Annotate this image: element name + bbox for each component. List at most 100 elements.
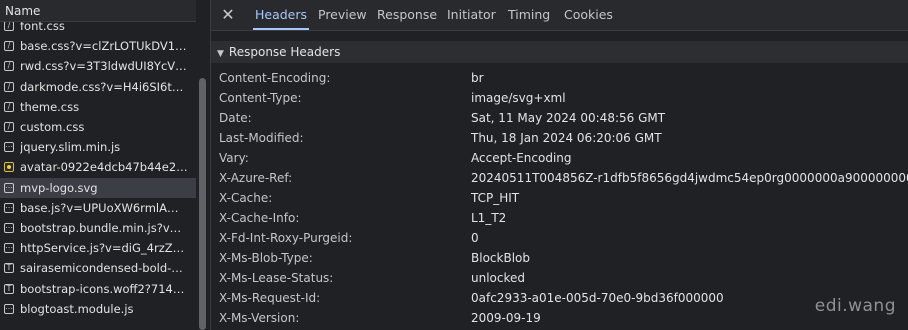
header-row: X-Ms-Version: 2009-09-19 [211,308,908,328]
header-value: 20240511T004856Z-r1dfb5f8656gd4jwdmc54ep… [471,171,908,185]
header-row: Date: Sat, 11 May 2024 00:48:56 GMT [211,108,908,128]
header-row: Content-Type: image/svg+xml [211,88,908,108]
header-value: TCP_HIT [471,191,520,205]
font-file-icon: T [4,283,14,294]
header-name: Date: [219,111,252,125]
header-value: Sat, 11 May 2024 00:48:56 GMT [471,111,666,125]
request-name: base.css?v=clZrLOTUkDV1ocA... [20,39,188,54]
request-name: theme.css [20,99,80,114]
header-value: unlocked [471,271,526,285]
request-name: mvp-logo.svg [20,180,98,195]
header-row: X-Fd-Int-Roxy-Purgeid: 0 [211,228,908,248]
header-name: Last-Modified: [219,131,304,145]
response-headers-list: Content-Encoding: br Content-Type: image/sv… [211,68,908,328]
scrollbar-thumb[interactable] [199,78,206,330]
request-name: bootstrap.bundle.min.js?v=gv... [20,220,188,235]
request-name: bootstrap-icons.woff2?714151... [20,281,188,296]
js-file-icon: ⋯ [4,243,14,254]
header-name: X-Cache-Info: [219,211,300,225]
request-row[interactable]: / darkmode.css?v=H4i6SI6to1RI... [0,77,196,97]
name-column-header[interactable]: Name [0,0,196,22]
request-row[interactable]: / custom.css [0,117,196,137]
header-row: X-Cache-Info: L1_T2 [211,208,908,228]
caret-down-icon: ▼ [217,49,224,59]
header-value: 0afc2933-a01e-005d-70e0-9bd36f000000 [471,291,724,305]
css-file-icon: / [4,41,14,52]
header-row: X-Ms-Blob-Type: BlockBlob [211,248,908,268]
header-value: BlockBlob [471,251,530,265]
close-icon[interactable]: ✕ [219,6,237,24]
header-row: Content-Encoding: br [211,68,908,88]
header-name: X-Ms-Version: [219,311,300,325]
header-name: X-Ms-Request-Id: [219,291,321,305]
header-value: br [471,71,484,85]
request-list-scrollbar[interactable] [196,0,211,330]
header-row: X-Ms-Request-Id: 0afc2933-a01e-005d-70e0-… [211,288,908,308]
header-value: Accept-Encoding [471,151,572,165]
header-value: 2009-09-19 [471,311,541,325]
tab-headers[interactable]: Headers [253,0,310,30]
header-row: Vary: Accept-Encoding [211,148,908,168]
header-name: X-Azure-Ref: [219,171,293,185]
response-headers-section-toggle[interactable]: ▼ Response Headers [211,41,908,63]
request-name: base.js?v=UPUoXW6rmlAm_1... [20,200,188,215]
request-name: jquery.slim.min.js [20,140,121,155]
header-value: image/svg+xml [471,91,566,105]
request-row[interactable]: ⋯ jquery.slim.min.js [0,137,196,157]
request-row[interactable]: / rwd.css?v=3T3ldwdUI8YcVS6I4... [0,56,196,76]
request-list-panel: /font.css/base.css?v=clZrLOTUkDV1ocA.../… [0,0,197,330]
request-name: avatar-0922e4dcb47b44e2a49... [20,160,188,175]
header-name: X-Cache: [219,191,273,205]
header-value: L1_T2 [471,211,507,225]
request-name: blogtoast.module.js [20,301,134,316]
header-row: X-Cache: TCP_HIT [211,188,908,208]
header-value: Thu, 18 Jan 2024 06:20:06 GMT [471,131,662,145]
font-file-icon: T [4,263,14,274]
request-row[interactable]: / theme.css [0,97,196,117]
js-file-icon: ⋯ [4,142,14,153]
request-row[interactable]: avatar-0922e4dcb47b44e2a49... [0,157,196,177]
request-name: custom.css [20,120,85,135]
request-row[interactable]: / base.css?v=clZrLOTUkDV1ocA... [0,36,196,56]
header-name: Content-Encoding: [219,71,331,85]
request-row[interactable]: ⋯ mvp-logo.svg [0,177,196,198]
request-name: sairasemicondensed-bold-we... [20,261,188,276]
js-file-icon: ⋯ [4,202,14,213]
request-name: darkmode.css?v=H4i6SI6to1RI... [20,79,188,94]
watermark: edi.wang [814,296,896,316]
tab-preview[interactable]: Preview [316,0,369,30]
tab-timing[interactable]: Timing [506,0,552,30]
js-file-icon: ⋯ [4,303,14,314]
js-file-icon: ⋯ [4,222,14,233]
css-file-icon: / [4,101,14,112]
request-row[interactable]: ⋯ blogtoast.module.js [0,299,196,319]
request-row[interactable]: ⋯ bootstrap.bundle.min.js?v=gv... [0,218,196,238]
image-file-icon [4,162,14,173]
header-row: X-Ms-Lease-Status: unlocked [211,268,908,288]
request-list: /font.css/base.css?v=clZrLOTUkDV1ocA.../… [0,16,196,319]
header-name: Content-Type: [219,91,302,105]
request-name: rwd.css?v=3T3ldwdUI8YcVS6I4... [20,59,188,74]
request-detail-panel: ✕ Headers Preview Response Initiator Tim… [211,0,908,330]
header-value: 0 [471,231,479,245]
css-file-icon: / [4,81,14,92]
request-row[interactable]: Tsairasemicondensed-bold-we... [0,258,196,278]
detail-tab-bar: ✕ Headers Preview Response Initiator Tim… [211,0,908,31]
tab-initiator[interactable]: Initiator [445,0,498,30]
request-row[interactable]: ⋯ httpService.js?v=diG_4rzZfzP0... [0,238,196,258]
css-file-icon: / [4,122,14,133]
request-row[interactable]: ⋯ base.js?v=UPUoXW6rmlAm_1... [0,198,196,218]
header-name: X-Ms-Blob-Type: [219,251,313,265]
js-file-icon: ⋯ [4,182,14,193]
header-name: X-Ms-Lease-Status: [219,271,334,285]
css-file-icon: / [4,61,14,72]
header-name: X-Fd-Int-Roxy-Purgeid: [219,231,353,245]
request-row[interactable]: Tbootstrap-icons.woff2?714151... [0,278,196,298]
css-file-icon: / [4,21,14,32]
tab-response[interactable]: Response [375,0,439,30]
tab-cookies[interactable]: Cookies [562,0,615,30]
section-title: Response Headers [228,45,341,59]
header-row: X-Azure-Ref: 20240511T004856Z-r1dfb5f8656… [211,168,908,188]
header-row: Last-Modified: Thu, 18 Jan 2024 06:20:06 … [211,128,908,148]
request-name: httpService.js?v=diG_4rzZfzP0... [20,241,188,256]
